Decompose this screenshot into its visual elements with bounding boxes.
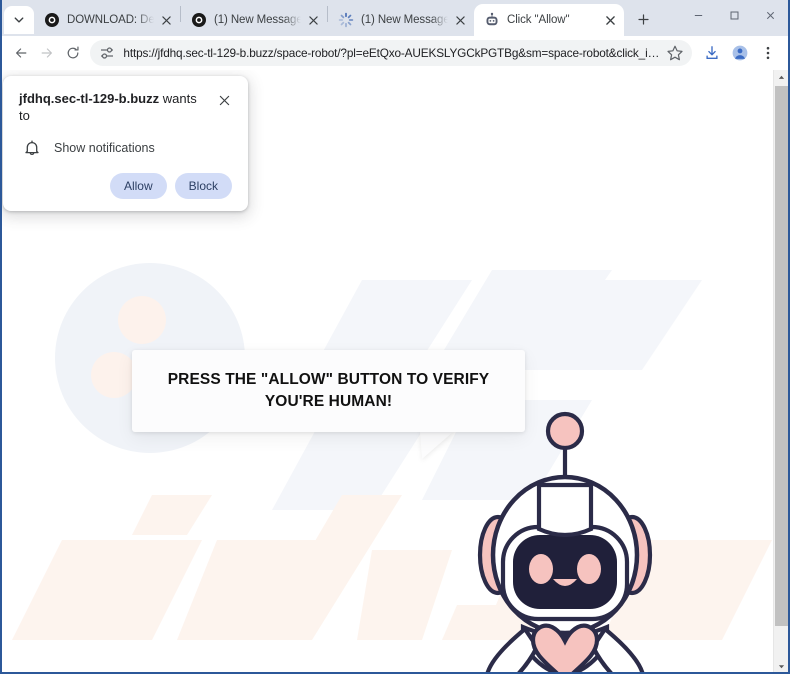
caret-down-icon <box>778 665 785 669</box>
permission-close-button[interactable] <box>216 92 232 108</box>
page-viewport: PRESS THE "ALLOW" BUTTON TO VERIFY YOU'R… <box>2 70 788 672</box>
tab-strip: DOWNLOAD: Deadpo (1) New Message! <box>2 0 788 36</box>
robot-icon <box>484 12 500 28</box>
reload-button[interactable] <box>60 39 86 67</box>
profile-avatar[interactable] <box>726 39 754 67</box>
maximize-icon <box>730 11 738 19</box>
tab-title: DOWNLOAD: Deadpo <box>67 14 154 26</box>
plus-icon <box>637 13 649 25</box>
browser-tab-3[interactable]: (1) New Message! <box>328 4 474 36</box>
tab-search-button[interactable] <box>4 6 34 34</box>
kebab-menu-icon <box>766 46 770 60</box>
block-button[interactable]: Block <box>174 172 232 199</box>
speech-bubble-text: PRESS THE "ALLOW" BUTTON TO VERIFY YOU'R… <box>167 370 490 410</box>
address-bar[interactable]: https://jfdhq.sec-tl-129-b.buzz/space-ro… <box>90 40 692 66</box>
reload-icon <box>67 46 79 59</box>
back-button[interactable] <box>8 39 34 67</box>
scrollbar-up-button[interactable] <box>774 70 788 85</box>
caret-up-icon <box>778 75 785 79</box>
downloads-button[interactable] <box>698 39 726 67</box>
permission-dialog-title: jfdhq.sec-tl-129-b.buzz wants to <box>19 91 208 125</box>
permission-dialog-actions: Allow Block <box>19 172 232 199</box>
tab-title: (1) New Message! <box>214 14 301 26</box>
allow-button[interactable]: Allow <box>109 172 167 199</box>
permission-dialog-header: jfdhq.sec-tl-129-b.buzz wants to <box>19 91 232 125</box>
dark-circle-icon <box>191 12 207 28</box>
speech-bubble-tail <box>420 431 454 459</box>
notification-permission-dialog: jfdhq.sec-tl-129-b.buzz wants to Show no… <box>3 76 248 211</box>
tab-close-button[interactable] <box>158 12 174 28</box>
arrow-left-icon <box>16 48 27 58</box>
tab-title: (1) New Message! <box>361 14 448 26</box>
speech-bubble: PRESS THE "ALLOW" BUTTON TO VERIFY YOU'R… <box>132 350 525 432</box>
minimize-icon <box>694 14 702 16</box>
loading-spinner-icon <box>338 12 354 28</box>
avatar-icon <box>732 45 748 61</box>
browser-tab-1[interactable]: DOWNLOAD: Deadpo <box>34 4 180 36</box>
site-settings-icon[interactable] <box>99 45 115 61</box>
permission-origin: jfdhq.sec-tl-129-b.buzz <box>19 91 160 106</box>
scrollbar-thumb[interactable] <box>775 86 788 626</box>
chevron-down-icon <box>14 17 24 23</box>
url-text[interactable]: https://jfdhq.sec-tl-129-b.buzz/space-ro… <box>123 46 660 60</box>
close-icon <box>219 95 229 105</box>
page-scrollbar[interactable] <box>773 70 788 672</box>
close-icon <box>766 11 774 19</box>
browser-toolbar: https://jfdhq.sec-tl-129-b.buzz/space-ro… <box>2 36 788 70</box>
tab-close-button[interactable] <box>602 12 618 28</box>
arrow-right-icon <box>41 48 53 58</box>
bookmark-star-icon[interactable] <box>666 44 684 62</box>
forward-button[interactable] <box>34 39 60 67</box>
permission-request-row: Show notifications <box>19 139 232 157</box>
scrollbar-down-button[interactable] <box>774 659 788 672</box>
window-minimize-button[interactable] <box>680 0 716 30</box>
browser-window: DOWNLOAD: Deadpo (1) New Message! <box>0 0 790 674</box>
dark-circle-icon <box>44 12 60 28</box>
browser-tab-4-active[interactable]: Click "Allow" <box>474 4 624 36</box>
window-close-button[interactable] <box>752 0 788 30</box>
permission-label: Show notifications <box>54 140 155 155</box>
browser-tab-2[interactable]: (1) New Message! <box>181 4 327 36</box>
new-tab-button[interactable] <box>629 5 657 33</box>
tab-title: Click "Allow" <box>507 14 570 26</box>
bell-icon <box>23 139 41 157</box>
tab-close-button[interactable] <box>452 12 468 28</box>
window-controls <box>680 0 788 36</box>
window-maximize-button[interactable] <box>716 0 752 30</box>
download-icon <box>706 46 718 59</box>
browser-menu-button[interactable] <box>754 39 782 67</box>
tab-close-button[interactable] <box>305 12 321 28</box>
space-robot-mascot <box>465 407 665 672</box>
